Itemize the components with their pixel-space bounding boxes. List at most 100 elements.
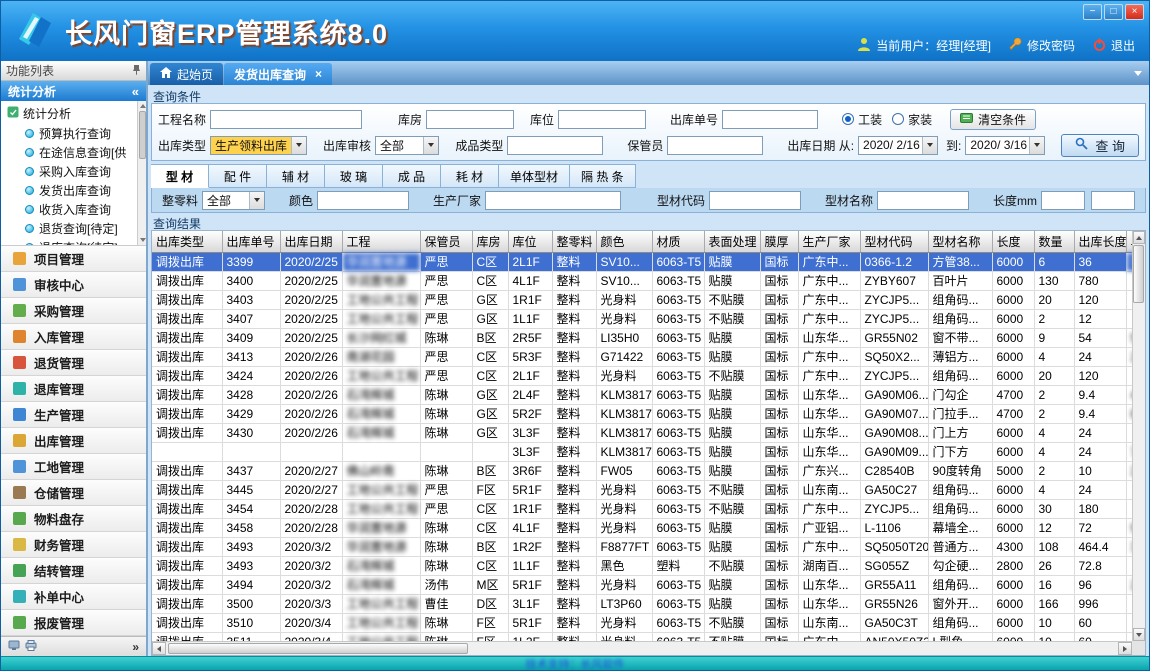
profile-name-input[interactable]: [877, 191, 969, 210]
sidebar-menu-item[interactable]: 结转管理: [1, 558, 146, 584]
table-row[interactable]: 调拨出库34582020/2/28 华润置地源 陈琳C区4L1F整料 光身料60…: [152, 518, 1132, 537]
table-row[interactable]: 调拨出库33992020/2/25 华润置地源 严思C区2L1F整料 SV10.…: [152, 252, 1132, 271]
table-row[interactable]: 调拨出库34542020/2/28 工地公共工程 严思C区1R1F整料 光身料6…: [152, 499, 1132, 518]
profile-code-input[interactable]: [709, 191, 801, 210]
material-tab[interactable]: 单体型材: [499, 164, 570, 188]
table-row[interactable]: 调拨出库34302020/2/26 石湾辉城 陈琳G区3L3F整料 KLM381…: [152, 423, 1132, 442]
table-row[interactable]: 调拨出库34942020/3/2 石湾辉城 汤伟M区5R1F整料 光身料6063…: [152, 575, 1132, 594]
out-type-select[interactable]: 生产领料出库: [210, 136, 307, 155]
material-tab[interactable]: 耗 材: [441, 164, 499, 188]
column-header[interactable]: 保管员: [420, 231, 472, 252]
chevron-down-icon[interactable]: [1029, 137, 1044, 154]
column-header[interactable]: 型材名称: [928, 231, 992, 252]
column-header[interactable]: 出库单号: [222, 231, 280, 252]
length-max-input[interactable]: [1091, 191, 1135, 210]
chevron-down-icon[interactable]: [249, 192, 264, 209]
logout-button[interactable]: 退出: [1093, 37, 1135, 54]
table-row[interactable]: 调拨出库34932020/3/2 华润置地源 陈琳B区1R2F整料 F8877F…: [152, 537, 1132, 556]
table-row[interactable]: 调拨出库35102020/3/4 工地公共工程 陈琳F区5R1F整料 光身料60…: [152, 613, 1132, 632]
change-password-link[interactable]: 修改密码: [1009, 37, 1075, 54]
horizontal-scrollbar[interactable]: [152, 641, 1132, 655]
sidebar-menu-item[interactable]: 采购管理: [1, 298, 146, 324]
column-header[interactable]: 出库类型: [152, 231, 222, 252]
minimize-button[interactable]: −: [1083, 4, 1102, 20]
material-tab[interactable]: 成 品: [383, 164, 441, 188]
column-header[interactable]: 出库长度: [1074, 231, 1126, 252]
radio-jiazhuang[interactable]: 家装: [892, 111, 932, 128]
clear-conditions-button[interactable]: 清空条件: [950, 109, 1036, 130]
sidebar-menu-item[interactable]: 财务管理: [1, 532, 146, 558]
printer-icon[interactable]: [25, 638, 37, 656]
audit-select[interactable]: 全部: [375, 136, 439, 155]
table-row[interactable]: 调拨出库34072020/2/25 工地公共工程 严思G区1L1F整料 光身料6…: [152, 309, 1132, 328]
manufacturer-input[interactable]: [485, 191, 621, 210]
scroll-left-button[interactable]: [152, 642, 166, 655]
material-tab[interactable]: 玻 璃: [325, 164, 383, 188]
date-to-picker[interactable]: 2020/ 3/16: [965, 136, 1045, 155]
keeper-input[interactable]: [667, 136, 763, 155]
column-header[interactable]: 库位: [508, 231, 552, 252]
tree-scrollbar-thumb[interactable]: [139, 111, 146, 159]
table-row[interactable]: 调拨出库34092020/2/25 长沙网红城 陈琳B区2R5F整料 LI35H…: [152, 328, 1132, 347]
table-row[interactable]: 调拨出库34452020/2/27 工地公共工程 严思F区5R1F整料 光身料6…: [152, 480, 1132, 499]
column-header[interactable]: 颜色: [596, 231, 652, 252]
order-no-input[interactable]: [722, 110, 818, 129]
tree-item[interactable]: 发货出库查询: [1, 181, 146, 200]
sidebar-menu-item[interactable]: 入库管理: [1, 324, 146, 350]
scroll-right-button[interactable]: [1118, 642, 1132, 655]
chevron-down-icon[interactable]: [922, 137, 937, 154]
chevron-down-icon[interactable]: [423, 137, 438, 154]
sidebar-menu-item[interactable]: 审核中心: [1, 272, 146, 298]
date-from-picker[interactable]: 2020/ 2/16: [858, 136, 938, 155]
sidebar-menu-item[interactable]: 出库管理: [1, 428, 146, 454]
whole-piece-select[interactable]: 全部: [202, 191, 265, 210]
sidebar-section-header[interactable]: 统计分析 «: [1, 81, 146, 101]
tree-item[interactable]: 退货查询[待定]: [1, 219, 146, 238]
footer-more-icon[interactable]: »: [132, 640, 139, 654]
warehouse-input[interactable]: [426, 110, 514, 129]
table-row[interactable]: 3L3F整料 KLM38176063-T5贴膜国标 山东华...GA90M09.…: [152, 442, 1132, 461]
project-name-input[interactable]: [210, 110, 362, 129]
radio-gongzhuang[interactable]: 工装: [842, 111, 882, 128]
material-tab[interactable]: 配 件: [209, 164, 267, 188]
column-header[interactable]: 表面处理: [704, 231, 760, 252]
material-tab[interactable]: 辅 材: [267, 164, 325, 188]
location-input[interactable]: [558, 110, 646, 129]
tree-item[interactable]: 预算执行查询: [1, 124, 146, 143]
vertical-scrollbar-thumb[interactable]: [1133, 245, 1144, 303]
product-type-input[interactable]: [507, 136, 603, 155]
close-button[interactable]: ×: [1125, 4, 1144, 20]
sidebar-menu-item[interactable]: 物料盘存: [1, 506, 146, 532]
tree-scrollbar[interactable]: [137, 101, 146, 245]
table-row[interactable]: 调拨出库34002020/2/25 华润置地源 严思C区4L1F整料 SV10.…: [152, 271, 1132, 290]
tab-overflow-icon[interactable]: [1134, 71, 1142, 76]
column-header[interactable]: 数量: [1034, 231, 1074, 252]
horizontal-scrollbar-thumb[interactable]: [168, 643, 468, 654]
material-tab[interactable]: 隔 热 条: [570, 164, 636, 188]
sidebar-menu-item[interactable]: 仓储管理: [1, 480, 146, 506]
maximize-button[interactable]: □: [1104, 4, 1123, 20]
column-header[interactable]: 生产厂家: [798, 231, 860, 252]
table-row[interactable]: 调拨出库34032020/2/25 工地公共工程 严思G区1R1F整料 光身料6…: [152, 290, 1132, 309]
scroll-up-button[interactable]: [1133, 231, 1145, 244]
material-tab[interactable]: 型 材: [151, 164, 209, 188]
tree-item[interactable]: 在途信息查询[供: [1, 143, 146, 162]
table-row[interactable]: 调拨出库34242020/2/26 工地公共工程 严思C区2L1F整料 光身料6…: [152, 366, 1132, 385]
sidebar-menu-item[interactable]: 工地管理: [1, 454, 146, 480]
collapse-icon[interactable]: «: [132, 84, 139, 99]
column-header[interactable]: 型材代码: [860, 231, 928, 252]
sidebar-menu-item[interactable]: 项目管理: [1, 246, 146, 272]
column-header[interactable]: 膜厚: [760, 231, 798, 252]
length-min-input[interactable]: [1041, 191, 1085, 210]
tree-item[interactable]: 采购入库查询: [1, 162, 146, 181]
search-button[interactable]: 查 询: [1061, 134, 1139, 157]
table-row[interactable]: 调拨出库34292020/2/26 石湾辉城 陈琳G区5R2F整料 KLM381…: [152, 404, 1132, 423]
tree-root[interactable]: 统计分析: [1, 103, 146, 124]
tree-item[interactable]: 退库查询[待定]: [1, 238, 146, 246]
tab-shipping-query[interactable]: 发货出库查询 ×: [224, 63, 332, 85]
table-row[interactable]: 调拨出库35112020/3/4 工地公共工程 陈琳F区1L2F整料 光身料60…: [152, 632, 1132, 641]
sidebar-menu-item[interactable]: 退库管理: [1, 376, 146, 402]
scroll-down-button[interactable]: [1133, 628, 1145, 641]
tree-item[interactable]: 收货入库查询: [1, 200, 146, 219]
column-header[interactable]: 库房: [472, 231, 508, 252]
